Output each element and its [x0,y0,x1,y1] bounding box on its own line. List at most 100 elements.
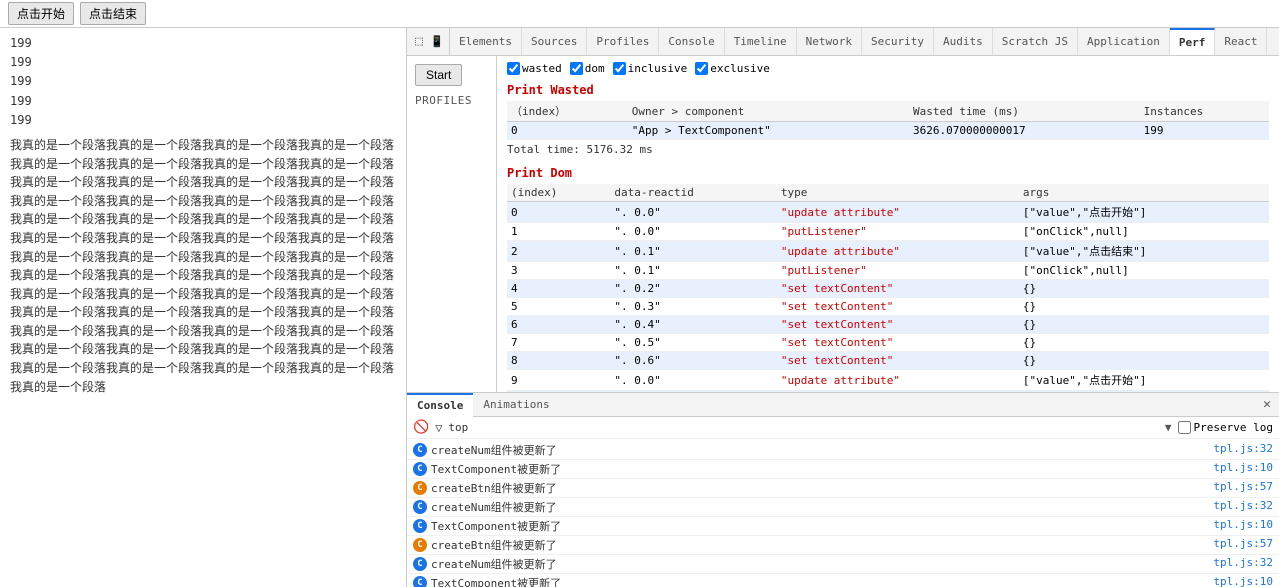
console-source[interactable]: tpl.js:10 [1213,575,1273,587]
wasted-col-component: Owner > component [628,101,909,122]
console-row: C createNum组件被更新了 tpl.js:32 [407,555,1279,574]
tab-react[interactable]: React [1215,28,1267,56]
console-icon: C [413,443,427,457]
total-time: Total time: 5176.32 ms [507,143,1269,156]
console-message: createNum组件被更新了 [431,442,1209,458]
table-row: 8 ". 0.6" "set textContent" {} [507,352,1269,370]
exclusive-filter[interactable]: exclusive [695,62,770,75]
tab-sources[interactable]: Sources [522,28,587,56]
console-row: C TextComponent被更新了 tpl.js:10 [407,574,1279,587]
table-row: 7 ". 0.5" "set textContent" {} [507,334,1269,352]
inclusive-checkbox[interactable] [613,62,626,75]
responsive-icon[interactable]: 📱 [429,34,445,50]
tab-timeline[interactable]: Timeline [725,28,797,56]
tab-network[interactable]: Network [797,28,862,56]
print-wasted-title: Print Wasted [507,83,1269,97]
tab-audits[interactable]: Audits [934,28,993,56]
dom-filter[interactable]: dom [570,62,605,75]
perf-start-button[interactable]: Start [415,64,462,86]
count-row-5: 199 [10,111,396,130]
console-source[interactable]: tpl.js:32 [1213,442,1273,455]
exclusive-checkbox[interactable] [695,62,708,75]
console-close-icon[interactable]: ✕ [1255,395,1279,414]
console-message: TextComponent被更新了 [431,575,1209,587]
console-icon: C [413,538,427,552]
wasted-table: （index） Owner > component Wasted time (m… [507,101,1269,140]
tab-application[interactable]: Application [1078,28,1170,56]
console-source[interactable]: tpl.js:10 [1213,518,1273,531]
end-button[interactable]: 点击结束 [80,2,146,25]
console-source[interactable]: tpl.js:32 [1213,556,1273,569]
console-tabs: Console Animations ✕ [407,393,1279,417]
console-icon: C [413,462,427,476]
count-row-3: 199 [10,72,396,91]
console-message: createNum组件被更新了 [431,556,1209,572]
app-panel: 199 199 199 199 199 我真的是一个段落我真的是一个段落我真的是… [0,28,407,587]
more-icon[interactable]: ⋮ [1267,34,1279,49]
console-message: createNum组件被更新了 [431,499,1209,515]
console-row: C TextComponent被更新了 tpl.js:10 [407,517,1279,536]
console-source[interactable]: tpl.js:57 [1213,537,1273,550]
dom-table: (index) data-reactid type args 0 ". 0.0"… [507,184,1269,392]
console-source[interactable]: tpl.js:57 [1213,480,1273,493]
tab-elements[interactable]: Elements [450,28,522,56]
tab-security[interactable]: Security [862,28,934,56]
wasted-col-time: Wasted time (ms) [909,101,1140,122]
console-message: TextComponent被更新了 [431,518,1209,534]
preserve-log-label[interactable]: Preserve log [1178,421,1273,434]
clear-icon[interactable]: 🚫 [413,420,429,435]
table-row: 9 ". 0.0" "update attribute" ["value","点… [507,370,1269,391]
console-row: C TextComponent被更新了 tpl.js:10 [407,460,1279,479]
wasted-col-instances: Instances [1140,101,1269,122]
tab-scratchjs[interactable]: Scratch JS [993,28,1078,56]
perf-main: wasted dom inclusive [497,56,1279,392]
print-dom-title: Print Dom [507,166,1269,180]
tab-profiles[interactable]: Profiles [587,28,659,56]
console-icon: C [413,500,427,514]
count-row-1: 199 [10,34,396,53]
long-text: 我真的是一个段落我真的是一个段落我真的是一个段落我真的是一个段落我真的是一个段落… [10,136,396,396]
table-row: 6 ". 0.4" "set textContent" {} [507,316,1269,334]
start-button[interactable]: 点击开始 [8,2,74,25]
count-row-4: 199 [10,92,396,111]
console-row: C createBtn组件被更新了 tpl.js:57 [407,479,1279,498]
filter-row: wasted dom inclusive [507,62,1269,75]
tab-console[interactable]: Console [659,28,724,56]
table-row: 4 ". 0.2" "set textContent" {} [507,280,1269,298]
tab-console-bottom[interactable]: Console [407,393,473,417]
console-icon: C [413,481,427,495]
inspect-icon[interactable]: ⬚ [411,34,427,50]
inclusive-filter[interactable]: inclusive [613,62,688,75]
filter-icon[interactable]: ▽ [435,421,442,435]
dropdown-icon[interactable]: ▼ [1165,421,1172,434]
dom-checkbox[interactable] [570,62,583,75]
tab-perf[interactable]: Perf [1170,28,1216,56]
wasted-checkbox[interactable] [507,62,520,75]
preserve-log-checkbox[interactable] [1178,421,1191,434]
wasted-filter[interactable]: wasted [507,62,562,75]
console-icon: C [413,557,427,571]
top-bar: 点击开始 点击结束 [0,0,1279,28]
table-row: 2 ". 0.1" "update attribute" ["value","点… [507,241,1269,262]
perf-sidebar: Start PROFILES [407,56,497,392]
console-body: C createNum组件被更新了 tpl.js:32 C TextCompon… [407,439,1279,587]
console-message: createBtn组件被更新了 [431,480,1209,496]
console-row: C createBtn组件被更新了 tpl.js:57 [407,536,1279,555]
console-row: C createNum组件被更新了 tpl.js:32 [407,498,1279,517]
table-row: 1 ". 0.0" "putListener" ["onClick",null] [507,223,1269,241]
console-source[interactable]: tpl.js:32 [1213,499,1273,512]
table-row: 0 ". 0.0" "update attribute" ["value","点… [507,202,1269,223]
console-row: C createNum组件被更新了 tpl.js:32 [407,441,1279,460]
top-label: top [448,421,468,434]
tab-animations[interactable]: Animations [473,393,559,417]
wasted-col-index: （index） [507,101,628,122]
table-row: 0 "App > TextComponent" 3626.07000000001… [507,122,1269,140]
table-row: 10 ". 0.0" "putListener" ["onClick",null… [507,391,1269,393]
console-toolbar: 🚫 ▽ top ▼ Preserve log [407,417,1279,439]
devtools-panel: ⬚ 📱 Elements Sources Profiles Console Ti… [407,28,1279,587]
console-source[interactable]: tpl.js:10 [1213,461,1273,474]
profiles-label: PROFILES [415,94,488,107]
console-panel: Console Animations ✕ 🚫 ▽ top ▼ [407,392,1279,587]
perf-panel: Start PROFILES wasted [407,56,1279,392]
table-row: 5 ". 0.3" "set textContent" {} [507,298,1269,316]
